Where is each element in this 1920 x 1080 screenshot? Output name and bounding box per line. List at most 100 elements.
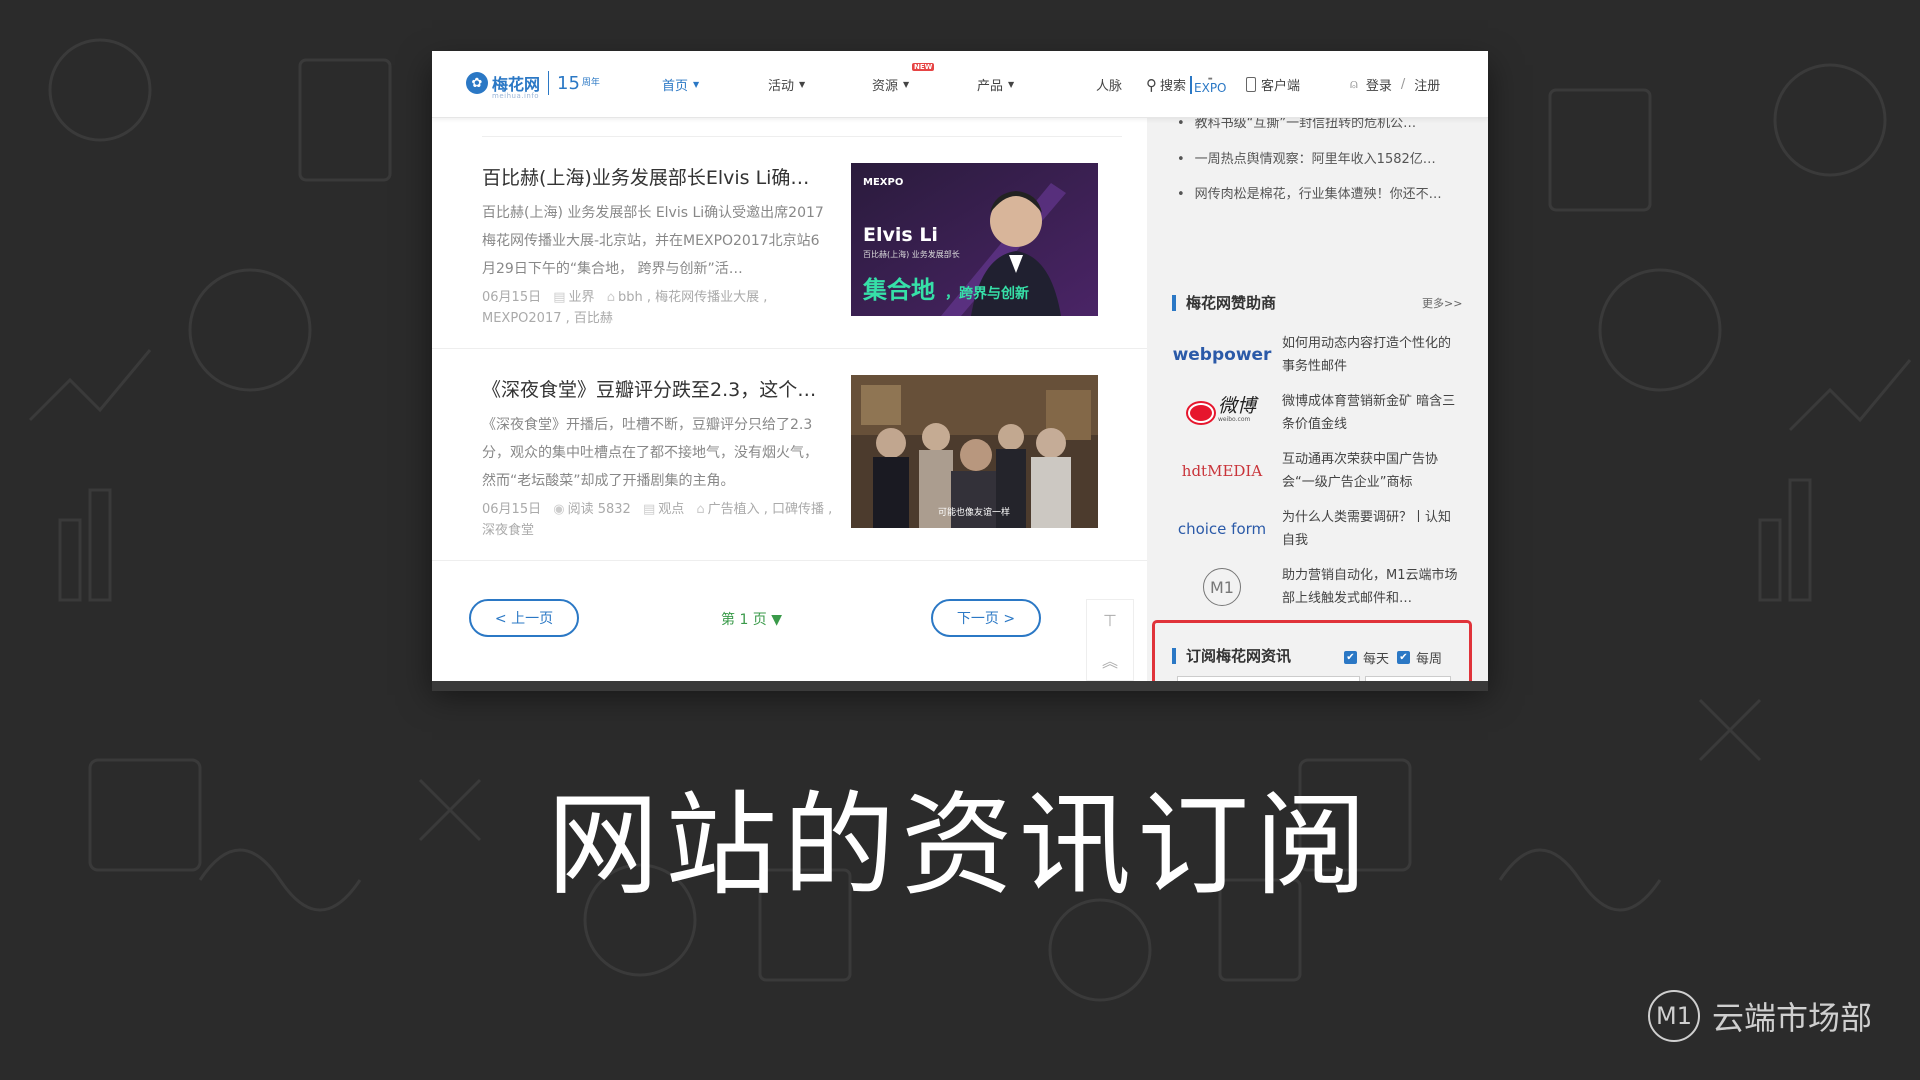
sponsor-item[interactable]: webpower 如何用动态内容打造个性化的事务性邮件 — [1173, 330, 1467, 380]
category-icon: ▤ — [642, 502, 656, 517]
client-label: 客户端 — [1261, 79, 1301, 94]
anniversary-number: 15 — [557, 72, 580, 94]
search-label: 搜索 — [1160, 79, 1187, 94]
elvis-li-promo-image: MEXPO Elvis Li 百比赫(上海) 业务发展部长 集合地 ，跨界与创新 — [851, 163, 1098, 316]
website-screenshot: ✿ 梅花网 meihua.info 15 周年 首页 ▼ 活动 ▼ 资源 ▼ NEW … — [432, 51, 1488, 681]
checkmark-icon: ✔ — [1344, 651, 1357, 664]
subtitle-caption: 可能也像友谊一样 — [938, 506, 1010, 518]
weekly-label: 每周 — [1416, 652, 1443, 667]
caret-down-icon: ▼ — [903, 80, 910, 89]
sponsor-text: 助力营销自动化，M1云端市场部上线触发式邮件和… — [1282, 568, 1458, 606]
logo-subtext: meihua.info — [492, 92, 540, 100]
article-meta: 06月15日 ◉ 阅读 5832 ▤ 观点 ⌂ 广告植入 , 口碑传播 , 深夜食堂 — [482, 499, 842, 541]
brand-footer: M1 云端市场部 — [1648, 990, 1872, 1042]
sponsor-text: 微博成体育营销新金矿 暗含三条价值金线 — [1282, 394, 1456, 432]
nav-network-link[interactable]: 人脉 — [1096, 75, 1122, 94]
caret-down-icon: ▼ — [693, 80, 700, 89]
article-date: 06月15日 — [482, 290, 542, 305]
news-list-item[interactable]: 网传肉松是棉花，行业集体遭殃！你还不… — [1177, 183, 1467, 202]
nav-item-home[interactable]: 首页 ▼ — [662, 75, 699, 94]
promo-slogan-main: 集合地 — [862, 276, 935, 304]
sponsor-text: 如何用动态内容打造个性化的事务性邮件 — [1282, 336, 1452, 374]
daily-checkbox[interactable]: ✔ 每天 — [1344, 648, 1389, 667]
login-link[interactable]: 登录 — [1366, 75, 1392, 94]
sponsor-logo: webpower — [1173, 330, 1272, 380]
article-item[interactable]: 百比赫(上海)业务发展部长Elvis Li确… 百比赫(上海) 业务发展部长 E… — [432, 137, 1147, 349]
more-link[interactable]: 更多>> — [1422, 295, 1462, 311]
m1-logo: M1 — [1648, 990, 1700, 1042]
article-category[interactable]: 业界 — [569, 290, 595, 305]
prev-page-button[interactable]: < 上一页 — [469, 599, 579, 637]
weekly-checkbox[interactable]: ✔ 每周 — [1397, 648, 1442, 667]
article-excerpt: 百比赫(上海) 业务发展部长 Elvis Li确认受邀出席2017梅花网传播业大… — [482, 205, 824, 277]
caret-down-icon: ▼ — [799, 80, 806, 89]
category-icon: ▤ — [553, 290, 566, 305]
article-reads: 阅读 5832 — [567, 502, 631, 517]
expo-label: EXPO — [1194, 80, 1227, 95]
article-thumbnail[interactable]: MEXPO Elvis Li 百比赫(上海) 业务发展部长 集合地 ，跨界与创新 — [851, 163, 1098, 316]
search-icon: ⚲ — [1146, 75, 1157, 94]
nav-search[interactable]: ⚲ 搜索 ▬ EXPO — [1146, 75, 1227, 94]
article-item[interactable]: 《深夜食堂》豆瓣评分跌至2.3，这个… 《深夜食堂》开播后，吐槽不断，豆瓣评分只… — [432, 349, 1147, 561]
login-separator: / — [1400, 77, 1406, 92]
right-sidebar: 教科书级“互撕”一封信扭转的危机公… 一周热点舆情观察：阿里年收入1582亿… … — [1147, 116, 1488, 681]
news-list-item[interactable]: 一周热点舆情观察：阿里年收入1582亿… — [1177, 148, 1467, 167]
caret-down-icon: ▼ — [1008, 80, 1015, 89]
nav-item-products[interactable]: 产品 ▼ — [977, 75, 1014, 94]
next-page-button[interactable]: 下一页 > — [931, 599, 1041, 637]
webpower-logo-text: webpower — [1172, 345, 1272, 365]
sponsor-logo: M1 — [1177, 562, 1267, 612]
sponsor-item[interactable]: M1 助力营销自动化，M1云端市场部上线触发式邮件和… — [1177, 562, 1467, 612]
site-logo[interactable]: ✿ 梅花网 meihua.info 15 周年 — [466, 71, 600, 100]
back-to-top-icon[interactable]: ⊤ — [1087, 600, 1133, 640]
article-title[interactable]: 《深夜食堂》豆瓣评分跌至2.3，这个… — [482, 375, 827, 402]
nav-account: ⍝ 登录 / 注册 — [1350, 75, 1440, 94]
tag-icon: ⌂ — [696, 502, 705, 517]
daily-label: 每天 — [1363, 652, 1390, 667]
promo-name: Elvis Li — [863, 224, 938, 246]
article-thumbnail[interactable]: 可能也像友谊一样 — [851, 375, 1098, 528]
plum-flower-icon: ✿ — [466, 72, 488, 94]
floating-tools: ⊤ ︽ — [1086, 599, 1134, 681]
sponsor-logo: 微博 weibo.com — [1177, 388, 1267, 438]
register-link[interactable]: 注册 — [1414, 75, 1440, 94]
sponsor-item[interactable]: 微博 weibo.com 微博成体育营销新金矿 暗含三条价值金线 — [1177, 388, 1467, 438]
choiceform-logo-text: choice form — [1177, 520, 1267, 538]
promo-slogan-sub: ，跨界与创新 — [945, 285, 1029, 302]
m1-logo-text: M1 — [1203, 568, 1241, 606]
nav-item-label: 资源 — [872, 79, 899, 94]
email-input[interactable] — [1177, 676, 1360, 681]
sponsor-text: 为什么人类需要调研？丨认知自我 — [1282, 510, 1452, 548]
hdtmedia-logo-text: hdtMEDIA — [1181, 462, 1263, 480]
new-badge: NEW — [912, 63, 935, 71]
article-title[interactable]: 百比赫(上海)业务发展部长Elvis Li确… — [482, 163, 827, 190]
collapse-icon[interactable]: ︽ — [1087, 640, 1133, 680]
mobile-icon — [1246, 77, 1256, 92]
eye-icon: ◉ — [553, 502, 565, 517]
sponsor-section-title: 梅花网赞助商 — [1172, 295, 1276, 311]
sponsor-logo: choice form — [1177, 504, 1267, 554]
weibo-eye-icon — [1187, 403, 1214, 423]
sponsor-logo: hdtMEDIA — [1177, 446, 1267, 496]
weibo-logo-text: 微博 — [1217, 395, 1256, 417]
nav-client[interactable]: 客户端 — [1246, 75, 1300, 94]
tag-icon: ⌂ — [606, 290, 615, 305]
promo-role: 百比赫(上海) 业务发展部长 — [863, 249, 960, 259]
midnight-diner-still-image: 可能也像友谊一样 — [851, 375, 1098, 528]
page-selector[interactable]: 第 1 页 ▼ — [721, 609, 782, 629]
article-meta: 06月15日 ▤ 业界 ⌂ bbh , 梅花网传播业大展 , MEXPO2017 ,… — [482, 287, 842, 329]
confirm-button[interactable]: 确认 — [1365, 676, 1451, 681]
subscribe-title: 订阅梅花网资讯 — [1172, 648, 1291, 664]
brand-text: 云端市场部 — [1712, 999, 1873, 1037]
checkmark-icon: ✔ — [1397, 651, 1410, 664]
sponsor-item[interactable]: choice form 为什么人类需要调研？丨认知自我 — [1177, 504, 1467, 554]
article-category[interactable]: 观点 — [658, 502, 684, 517]
article-date: 06月15日 — [482, 502, 542, 517]
promo-brand: MEXPO — [863, 177, 903, 188]
nav-item-resources[interactable]: 资源 ▼ NEW — [872, 63, 935, 94]
anniversary-label: 周年 — [581, 78, 600, 88]
nav-item-events[interactable]: 活动 ▼ — [768, 75, 805, 94]
sponsor-item[interactable]: hdtMEDIA 互动通再次荣获中国广告协会“一级广告企业”商标 — [1177, 446, 1467, 496]
logo-divider — [548, 71, 550, 95]
expo-logo[interactable]: ▬ EXPO — [1190, 75, 1227, 95]
